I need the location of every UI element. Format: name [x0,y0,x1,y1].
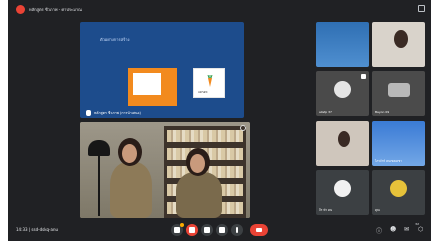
presentation-tile[interactable]: ตัวอย่างการสร้าง แครอท หลักสูตร ชีวภาพ (… [80,22,244,118]
participant-tile[interactable] [316,121,369,166]
chat-icon[interactable]: ✉ [404,226,412,234]
present-button[interactable] [216,224,228,236]
recording-icon [16,4,25,14]
speaker-video-tile[interactable] [80,122,250,218]
top-bar: หลักสูตร ชีวภาพ - ค่าประมาณ [8,0,431,18]
person-right-face [190,154,205,173]
carrot-icon [207,75,213,87]
person-left-face [122,144,137,163]
warning-badge-icon [180,223,184,227]
hand-icon [204,227,210,233]
participant-tile[interactable] [316,22,369,67]
participant-name: จีร ทำ คน [319,208,332,212]
slide-orange-bar [166,68,177,106]
avatar [390,180,407,197]
more-options-button[interactable] [231,224,243,236]
meeting-info: 14:33 | ssd-dskq-anu [16,227,59,232]
camera-off-icon [189,227,195,233]
more-icon [236,227,238,233]
participant-tile[interactable]: คุณ [372,170,425,215]
presenter-name: หลักสูตร ชีวภาพ (การนำเสนอ) [94,111,141,115]
mic-icon [174,227,180,233]
participant-name: Bayon 09 [375,110,390,114]
lamp [88,140,110,156]
expand-icon[interactable] [418,5,425,12]
mic-icon [86,110,91,116]
people-icon[interactable]: ☻ [390,226,398,234]
meeting-title: หลักสูตร ชีวภาพ - ค่าประมาณ [29,6,82,12]
participant-tile[interactable]: จีร ทำ คน [316,170,369,215]
phone-end-icon [256,228,262,232]
shelf-books [167,130,243,142]
camera-button[interactable] [186,224,198,236]
participant-name: คุณ [375,208,380,212]
carrot-card: แครอท [193,68,225,98]
slide-white-panel [133,73,161,95]
info-icon[interactable]: ⓘ [376,226,384,235]
mic-button[interactable] [171,223,184,236]
meet-window: หลักสูตร ชีวภาพ - ค่าประมาณ ตัวอย่างการส… [8,0,431,241]
pin-icon[interactable] [240,125,246,131]
person-left [110,162,152,218]
presentation-footer: หลักสูตร ชีวภาพ (การนำเสนอ) [86,110,141,116]
raise-hand-button[interactable] [201,224,213,236]
slide-text: ตัวอย่างการสร้าง [100,37,130,42]
participant-tile[interactable]: ไกรจักร์ คนเขตเดชา [372,121,425,166]
mic-off-icon [361,74,366,79]
avatar [334,81,351,98]
participant-video [394,30,408,48]
participant-name: alistp 37 [319,110,332,114]
participant-tile[interactable] [372,22,425,67]
participant-video [338,131,350,147]
activities-icon[interactable]: ⬡ [418,226,426,234]
bottom-bar: 14:33 | ssd-dskq-anu ⓘ ☻ 32 ✉ ⬡ [8,219,431,241]
person-right [176,172,222,218]
participant-tile[interactable]: Bayon 09 [372,71,425,116]
carrot-label: แครอท [198,90,208,94]
present-icon [219,227,225,233]
avatar [334,180,351,197]
lamp-pole [98,156,100,216]
end-call-button[interactable] [250,224,268,236]
slide-orange-box [128,68,166,106]
participant-name: ไกรจักร์ คนเขตเดชา [375,159,402,163]
participant-tile[interactable]: alistp 37 [316,71,369,116]
participant-video [388,83,410,97]
